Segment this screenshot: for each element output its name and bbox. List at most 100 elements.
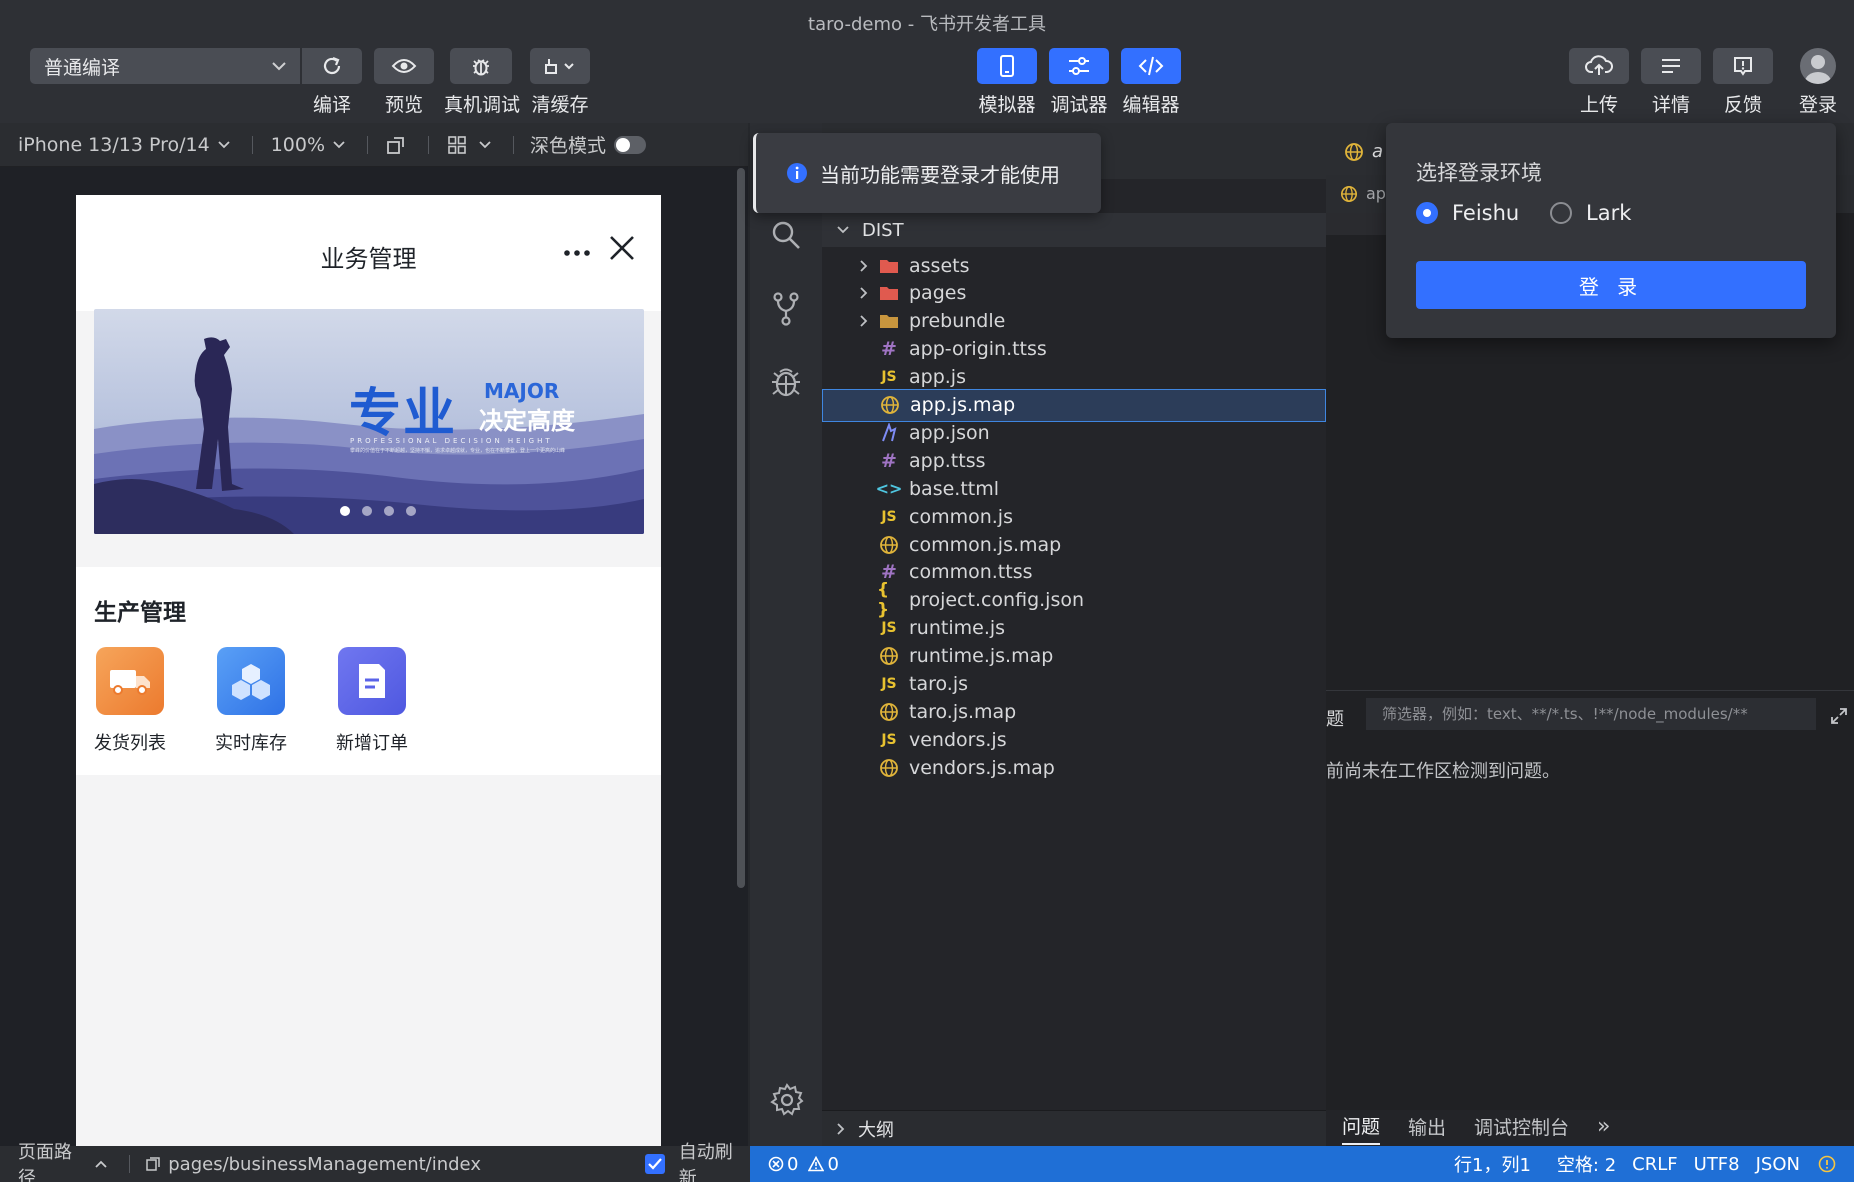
tree-item-label: app-origin.ttss [909,338,1047,361]
more-icon[interactable] [563,249,591,257]
rotate-icon[interactable] [386,135,406,155]
details-button[interactable] [1641,48,1701,84]
source-control-icon[interactable] [770,291,802,327]
radio-lark[interactable]: Lark [1550,201,1631,225]
hash-icon: # [881,338,897,361]
avatar[interactable] [1800,48,1836,84]
cursor-position[interactable]: 行1，列1 [1454,1151,1531,1177]
app-shipping-list[interactable]: 发货列表 [90,647,170,755]
app-new-order[interactable]: 新增订单 [332,647,412,755]
debugger-label: 调试器 [1050,94,1108,116]
tree-item-label: runtime.js.map [909,645,1054,668]
tree-item-label: base.ttml [909,477,1000,500]
panel-tabs: 问题 输出 调试控制台 » [1326,1110,1854,1146]
tree-item-label: pages [909,282,967,305]
warning-count: 0 [827,1153,839,1175]
login-button[interactable]: 登 录 [1416,261,1806,309]
language-mode[interactable]: JSON [1756,1154,1800,1175]
radio-feishu[interactable]: Feishu [1416,201,1519,225]
outline-section[interactable]: 大纲 [822,1110,1326,1146]
radio-button[interactable] [1550,202,1572,224]
simulator-scrollbar[interactable] [737,168,745,888]
device-debug-button[interactable] [450,48,512,84]
markup-icon: <> [875,479,903,499]
simulator-toolbar: iPhone 13/13 Pro/14 100% 深色模式 [0,123,748,167]
broom-icon [543,57,577,75]
compile-button[interactable] [302,48,362,84]
zoom-select[interactable]: 100% [271,134,345,156]
login-label: 登录 [1798,94,1837,116]
feedback-button[interactable] [1713,48,1773,84]
editor-toggle[interactable] [1121,48,1181,84]
javascript-icon: JS [881,731,897,748]
explorer-root-dist[interactable]: DIST [822,213,1326,247]
problems-status[interactable]: 0 0 [768,1154,839,1175]
chevron-up-icon[interactable] [95,1160,107,1168]
tree-item-label: app.js [909,366,966,389]
toast-text: 当前功能需要登录才能使用 [820,162,1060,187]
globe-icon [878,394,902,416]
clear-cache-button[interactable] [530,48,590,84]
banner-carousel[interactable]: 专业 MAJOR 决定高度 PROFESSIONAL DECISION HEIG… [94,309,644,534]
folder-icon [877,255,901,277]
radio-button-checked[interactable] [1416,202,1438,224]
tree-file[interactable]: vendors.js.map [822,751,1326,784]
javascript-icon: JS [881,369,897,386]
chevron-down-icon [272,61,286,71]
tab-problems[interactable]: 问题 [1342,1112,1381,1145]
carousel-dot-active[interactable] [340,506,350,516]
carousel-dot[interactable] [406,506,416,516]
settings-icon[interactable] [770,1083,804,1117]
tab-output[interactable]: 输出 [1408,1113,1446,1144]
chevron-down-icon[interactable] [479,140,491,149]
indentation[interactable]: 空格: 2 [1557,1151,1616,1177]
carousel-dots[interactable] [340,506,416,516]
simulator-status-bar: 页面路径 pages/businessManagement/index 自动刷新 [0,1142,750,1182]
tree-item-label: prebundle [909,310,1006,333]
editor-tab[interactable]: a [1344,141,1383,162]
banner-subtitle: 决定高度 [479,407,575,435]
carousel-dot[interactable] [362,506,372,516]
tree-item-label: vendors.js.map [909,756,1055,779]
notification-icon[interactable] [1818,1155,1836,1173]
grid-icon[interactable] [447,135,467,155]
boxes-icon [217,647,285,715]
chevron-down-icon [333,140,345,149]
app-inventory[interactable]: 实时库存 [211,647,291,755]
encoding[interactable]: UTF8 [1694,1154,1740,1175]
carousel-dot[interactable] [384,506,394,516]
search-icon[interactable] [770,219,802,251]
preview-button[interactable] [374,48,434,84]
document-icon [338,647,406,715]
upload-button[interactable] [1569,48,1629,84]
tree-item-label: app.ttss [909,449,986,472]
device-select[interactable]: iPhone 13/13 Pro/14 [18,134,230,156]
preview-label: 预览 [384,94,423,116]
problems-filter-input[interactable] [1366,698,1816,730]
debugger-toggle[interactable] [1049,48,1109,84]
copy-icon[interactable] [146,1157,160,1171]
more-tabs-button[interactable]: » [1597,1114,1610,1143]
banner-headline-en: MAJOR [484,379,560,403]
refresh-icon [321,55,343,77]
close-icon[interactable] [609,235,635,261]
tab-debug-console[interactable]: 调试控制台 [1474,1113,1569,1144]
outline-label: 大纲 [858,1119,894,1141]
phone-icon [999,55,1015,77]
end-of-line[interactable]: CRLF [1632,1154,1677,1175]
code-icon [1138,55,1164,77]
debug-icon[interactable] [768,363,804,399]
expand-icon[interactable] [1830,707,1848,725]
tree-item-label: runtime.js [909,617,1006,640]
auto-refresh-checkbox[interactable] [644,1154,665,1174]
problems-panel: 题 前尚未在工作区检测到问题。 [1326,690,1854,1110]
compile-mode-select[interactable]: 普通编译 [30,48,300,84]
page-path-label[interactable]: 页面路径 [18,1138,89,1182]
dark-mode-toggle[interactable] [614,135,647,154]
banner-tagline: PROFESSIONAL DECISION HEIGHT [350,437,553,445]
globe-icon [1340,185,1358,203]
simulator-toggle[interactable] [977,48,1037,84]
breadcrumb-text[interactable]: ap [1366,184,1386,203]
zoom-select-value: 100% [270,133,326,156]
clear-cache-label: 清缓存 [531,94,589,116]
